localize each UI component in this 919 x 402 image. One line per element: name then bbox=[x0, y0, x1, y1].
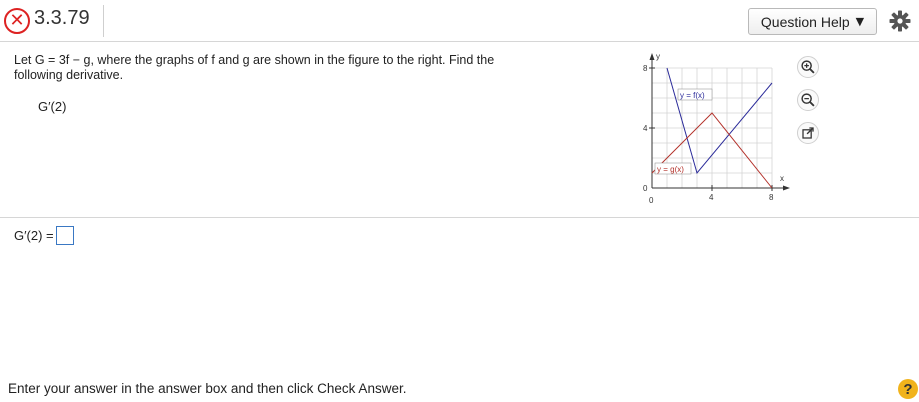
popout-icon[interactable] bbox=[797, 122, 819, 144]
instruction-text: Enter your answer in the answer box and … bbox=[8, 381, 407, 396]
y-axis-label: y bbox=[656, 52, 660, 61]
question-line-1: Let G = 3f − g, where the graphs of f an… bbox=[14, 53, 495, 67]
y-axis-arrow bbox=[649, 53, 655, 60]
problem-number: 3.3.79 bbox=[34, 7, 90, 29]
incorrect-x-icon: ✕ bbox=[4, 8, 30, 34]
f-curve bbox=[666, 67, 773, 175]
question-help-label: Question Help bbox=[760, 13, 850, 30]
x-axis-label: x bbox=[780, 174, 784, 183]
help-question-icon[interactable]: ? bbox=[898, 379, 918, 399]
zoom-out-icon[interactable] bbox=[797, 89, 819, 111]
y-tick-label-0: 0 bbox=[643, 184, 648, 193]
y-tick-label-4: 4 bbox=[643, 124, 648, 133]
header-separator bbox=[103, 5, 104, 37]
gear-icon[interactable] bbox=[888, 9, 912, 33]
answer-input[interactable] bbox=[55, 226, 74, 245]
answer-label: G′(2) = bbox=[14, 228, 54, 243]
zoom-in-icon[interactable] bbox=[797, 56, 819, 78]
question-text: Let G = 3f − g, where the graphs of f an… bbox=[14, 53, 524, 83]
g-curve-label: y = g(x) bbox=[657, 165, 684, 174]
x-tick-label-4: 4 bbox=[709, 193, 714, 202]
x-tick-label-8: 8 bbox=[769, 193, 774, 202]
y-tick-label-8: 8 bbox=[643, 64, 648, 73]
section-divider bbox=[0, 217, 919, 218]
answer-row: G′(2) = bbox=[14, 226, 74, 245]
question-help-button[interactable]: Question Help ▼ bbox=[748, 8, 877, 35]
caret-down-icon: ▼ bbox=[855, 15, 865, 28]
f-curve-label: y = f(x) bbox=[680, 91, 705, 100]
question-line-2: following derivative. bbox=[14, 68, 124, 82]
x-tick-label-0: 0 bbox=[649, 196, 654, 205]
x-axis-arrow bbox=[783, 185, 790, 191]
top-bar: ✕ 3.3.79 Question Help ▼ bbox=[0, 0, 919, 42]
function-graph: y x 8 4 0 0 4 8 y = f(x) y = g(x) bbox=[643, 52, 790, 205]
derivative-expression: G′(2) bbox=[38, 99, 67, 114]
